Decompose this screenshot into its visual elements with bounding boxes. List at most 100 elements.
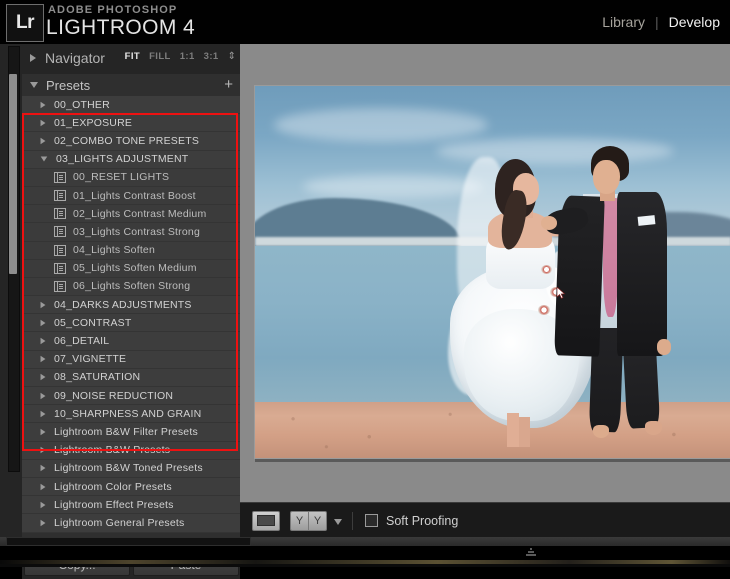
left-panel-scrollbar-thumb[interactable]	[9, 74, 17, 274]
mouse-cursor-icon	[557, 286, 566, 299]
photo-preview[interactable]	[254, 85, 730, 459]
preset-folder[interactable]: 06_DETAIL	[22, 332, 240, 351]
preset-item[interactable]: 06_Lights Soften Strong	[22, 277, 240, 297]
brand-title: LIGHTROOM 4	[46, 16, 196, 39]
chevron-right-icon[interactable]	[40, 301, 46, 308]
navigator-label: Navigator	[45, 50, 105, 66]
brand-subtitle: ADOBE PHOTOSHOP	[48, 4, 178, 16]
chevron-right-icon[interactable]	[40, 410, 46, 418]
groom-hand	[540, 216, 557, 230]
chevron-down-icon[interactable]	[30, 82, 38, 88]
preset-folder[interactable]: 04_DARKS ADJUSTMENTS	[22, 296, 240, 315]
preset-folder[interactable]: Lightroom B&W Filter Presets	[22, 423, 240, 442]
preset-folder[interactable]: Lightroom B&W Presets	[22, 441, 240, 460]
chevron-right-icon[interactable]	[40, 374, 46, 381]
chevron-right-icon[interactable]	[40, 337, 46, 345]
chevron-down-icon	[334, 518, 342, 525]
preset-folder[interactable]: 08_SATURATION	[22, 368, 240, 387]
zoom-option-fill[interactable]: FILL	[149, 51, 171, 62]
chevron-right-icon[interactable]	[40, 428, 46, 436]
preset-label: 10_SHARPNESS AND GRAIN	[54, 407, 202, 420]
filmstrip-panel	[0, 537, 730, 567]
preset-item[interactable]: 03_Lights Contrast Strong	[22, 223, 240, 242]
chevron-right-icon[interactable]	[30, 54, 36, 62]
preset-folder[interactable]: Lightroom Color Presets	[22, 477, 240, 497]
chevron-right-icon[interactable]	[40, 483, 46, 490]
chevron-right-icon[interactable]	[40, 465, 46, 472]
preset-label: 04_DARKS ADJUSTMENTS	[54, 298, 192, 311]
filmstrip-collapse-handle[interactable]	[524, 548, 538, 556]
preset-label: 00_RESET LIGHTS	[73, 171, 170, 184]
dress-flower	[538, 305, 550, 316]
preset-item[interactable]: 04_Lights Soften	[22, 241, 240, 260]
preset-folder[interactable]: 03_LIGHTS ADJUSTMENT	[22, 150, 240, 169]
chevron-right-icon[interactable]	[40, 392, 46, 399]
chevron-right-icon[interactable]	[40, 319, 46, 327]
preset-card-icon	[54, 280, 66, 292]
preset-label: 00_OTHER	[54, 98, 110, 111]
preset-label: 07_VIGNETTE	[54, 353, 127, 366]
chevron-down-icon[interactable]	[40, 156, 48, 162]
module-develop[interactable]: Develop	[659, 14, 730, 30]
preset-card-icon	[54, 226, 66, 238]
preset-item[interactable]: 01_Lights Contrast Boost	[22, 186, 240, 206]
preset-label: 06_Lights Soften Strong	[73, 280, 191, 293]
filmstrip-path-box[interactable]	[6, 537, 251, 546]
preset-folder[interactable]: Lightroom Effect Presets	[22, 496, 240, 515]
chevron-right-icon[interactable]	[40, 501, 46, 508]
chevron-right-icon[interactable]	[40, 119, 46, 127]
preset-folder[interactable]: Lightroom B&W Toned Presets	[22, 459, 240, 478]
preset-folder[interactable]: 07_VIGNETTE	[22, 350, 240, 369]
preset-label: 06_DETAIL	[54, 335, 110, 348]
preset-label: Lightroom Effect Presets	[54, 498, 174, 511]
photo-cloud	[274, 108, 489, 142]
add-preset-icon[interactable]: +	[224, 77, 233, 92]
preset-label: 09_NOISE REDUCTION	[54, 389, 174, 402]
zoom-option-fit[interactable]: FIT	[125, 51, 140, 62]
chevron-right-icon[interactable]	[40, 519, 46, 527]
soft-proofing-checkbox[interactable]	[365, 514, 378, 527]
preset-card-icon	[54, 190, 66, 202]
zoom-stepper-icon[interactable]: ⇕	[228, 51, 236, 61]
presets-tree[interactable]: 00_OTHER 01_EXPOSURE 02_COMBO TONE PRESETS…	[22, 96, 240, 544]
navigator-header[interactable]: Navigator FIT FILL 1:1 3:1 ⇕	[22, 46, 240, 70]
image-work-area[interactable]	[240, 44, 730, 502]
view-options-dropdown[interactable]	[334, 512, 342, 530]
preset-item[interactable]: 00_RESET LIGHTS	[22, 168, 240, 187]
preset-label: 05_Lights Soften Medium	[73, 262, 197, 275]
before-view-icon[interactable]: Y	[290, 510, 308, 531]
zoom-option-3-1[interactable]: 3:1	[204, 51, 219, 62]
module-library[interactable]: Library	[592, 14, 655, 30]
photo-cloud	[435, 138, 674, 165]
preset-item[interactable]: 02_Lights Contrast Medium	[22, 205, 240, 224]
chevron-right-icon[interactable]	[40, 137, 46, 145]
soft-proofing-label[interactable]: Soft Proofing	[386, 514, 458, 528]
preset-folder[interactable]: 10_SHARPNESS AND GRAIN	[22, 405, 240, 424]
preset-folder[interactable]: 02_COMBO TONE PRESETS	[22, 132, 240, 151]
presets-header[interactable]: Presets +	[22, 74, 240, 97]
after-view-icon[interactable]: Y	[308, 510, 327, 531]
groom-necktie	[603, 197, 618, 317]
preset-item[interactable]: 05_Lights Soften Medium	[22, 259, 240, 278]
chevron-right-icon[interactable]	[40, 446, 46, 454]
preset-folder[interactable]: 09_NOISE REDUCTION	[22, 387, 240, 406]
bride-leg	[507, 413, 520, 447]
left-panel: Navigator FIT FILL 1:1 3:1 ⇕ Presets + 0…	[0, 44, 240, 579]
chevron-right-icon[interactable]	[40, 355, 46, 363]
preset-label: Lightroom B&W Filter Presets	[54, 425, 198, 438]
chevron-right-icon[interactable]	[40, 101, 46, 108]
loupe-view-button[interactable]	[252, 510, 280, 531]
loupe-icon	[257, 515, 275, 526]
preset-folder[interactable]: Lightroom General Presets	[22, 514, 240, 533]
preset-label: 04_Lights Soften	[73, 244, 156, 257]
preset-folder[interactable]: 01_EXPOSURE	[22, 114, 240, 133]
preset-label: 02_Lights Contrast Medium	[73, 207, 207, 220]
preset-label: 08_SATURATION	[54, 371, 141, 384]
groom-hand	[657, 338, 672, 355]
preset-folder[interactable]: 05_CONTRAST	[22, 314, 240, 333]
preset-card-icon	[54, 208, 66, 220]
before-after-view-button[interactable]: Y Y	[290, 510, 327, 531]
preset-label: 03_LIGHTS ADJUSTMENT	[56, 153, 189, 166]
zoom-option-1-1[interactable]: 1:1	[180, 51, 195, 62]
preset-folder[interactable]: 00_OTHER	[22, 96, 240, 115]
